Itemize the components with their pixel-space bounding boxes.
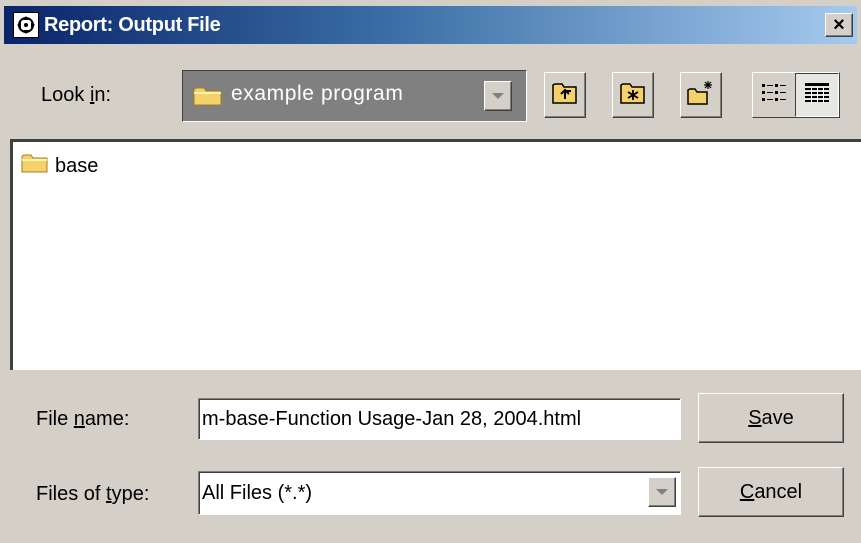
filetype-label-post: ype: — [111, 483, 150, 505]
details-view-button[interactable] — [795, 73, 839, 117]
save-label-rest: ave — [761, 406, 794, 429]
file-list[interactable]: base — [10, 139, 861, 370]
up-one-level-icon — [552, 81, 578, 110]
lookin-label-pre: Look — [41, 84, 90, 106]
file-dialog-window: Report: Output File × Look in: example p… — [0, 0, 861, 543]
list-item[interactable]: base — [21, 153, 98, 179]
filename-input[interactable]: m-base-Function Usage-Jan 28, 2004.html — [198, 398, 681, 440]
filetype-value: All Files (*.*) — [202, 481, 313, 504]
list-view-icon — [761, 82, 787, 109]
filename-label-post: ame: — [84, 408, 130, 430]
filetype-dropdown-button[interactable] — [648, 477, 676, 507]
app-crosshair-icon — [13, 12, 39, 38]
filetype-label: Files of type: — [36, 483, 149, 506]
home-folder-button[interactable] — [612, 72, 654, 118]
cancel-label: Cancel — [740, 481, 802, 504]
new-folder-button[interactable] — [680, 72, 722, 118]
view-toggle-group — [752, 72, 840, 118]
lookin-combo[interactable]: example program — [182, 70, 527, 122]
filetype-select[interactable]: All Files (*.*) — [198, 471, 681, 515]
cancel-label-key: C — [739, 480, 755, 503]
lookin-dropdown-button[interactable] — [484, 81, 512, 111]
list-view-button[interactable] — [753, 73, 795, 117]
lookin-value: example program — [231, 82, 404, 105]
cancel-label-rest: ancel — [754, 480, 803, 503]
cancel-button[interactable]: Cancel — [698, 467, 844, 517]
folder-icon — [193, 85, 223, 112]
file-name: base — [55, 154, 99, 177]
filename-label-pre: File — [36, 408, 74, 430]
close-button[interactable]: × — [825, 13, 853, 37]
save-button[interactable]: Save — [698, 393, 844, 443]
filename-label-key: n — [73, 408, 85, 430]
close-icon: × — [833, 14, 845, 36]
title-bar[interactable]: Report: Output File × — [4, 6, 857, 44]
lookin-label: Look in: — [41, 84, 111, 107]
up-one-level-button[interactable] — [544, 72, 586, 118]
home-folder-icon — [620, 81, 646, 110]
new-folder-icon — [687, 80, 715, 111]
filetype-label-pre: Files of — [36, 483, 107, 505]
lookin-label-post: n: — [94, 84, 112, 106]
filename-value: m-base-Function Usage-Jan 28, 2004.html — [202, 407, 582, 430]
save-label-key: S — [748, 406, 762, 429]
window-title: Report: Output File — [44, 13, 221, 36]
folder-icon — [21, 153, 49, 179]
save-label: Save — [748, 407, 794, 430]
details-view-icon — [804, 82, 830, 109]
filename-label: File name: — [36, 408, 129, 431]
